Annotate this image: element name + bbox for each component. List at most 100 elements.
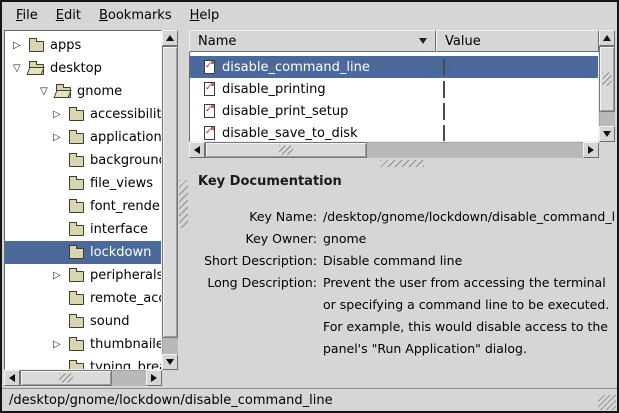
doc-field-value: /desktop/gnome/lockdown/disable_command_… [323,206,615,228]
doc-field-value: Disable command line [323,250,615,272]
tree-item-label: typing_break [90,360,162,370]
list-vertical-scroll-thumb[interactable] [599,46,615,112]
tree-item-lockdown[interactable]: lockdown [5,241,161,264]
list-scroll-right-button[interactable] [583,142,599,158]
tree-item-interface[interactable]: interface [5,218,161,241]
doc-field-value: Prevent the user from accessing the term… [323,272,615,360]
list-horizontal-scrollbar[interactable] [189,142,599,158]
folder-icon [69,248,84,259]
tree-vertical-scroll-thumb[interactable] [162,46,178,338]
tree-vertical-scrollbar[interactable] [162,30,178,370]
tree-item-peripherals[interactable]: peripherals [5,264,161,287]
value-checkbox[interactable] [443,103,445,120]
list-horizontal-scroll-thumb[interactable] [205,142,367,158]
vertical-pane-splitter[interactable] [178,30,189,386]
expander-icon[interactable] [51,109,69,120]
key-row-disable_print_setup[interactable]: disable_print_setup [190,100,598,122]
tree-horizontal-scrollbar[interactable] [4,370,162,386]
tree-item-typing_break[interactable]: typing_break [5,356,161,370]
folder-icon [69,179,84,190]
scroll-grip-icon [603,73,612,86]
arrow-right-icon [588,146,594,154]
value-checkbox[interactable] [443,125,445,142]
tree-item-background[interactable]: background [5,149,161,172]
tree-item-gnome[interactable]: gnome [5,80,161,103]
column-header-name[interactable]: Name [189,30,436,52]
tree-item-thumbnailers[interactable]: thumbnailers [5,333,161,356]
folder-icon [29,64,44,75]
folder-icon [69,202,84,213]
boolean-key-icon [204,60,215,74]
arrow-down-icon [603,131,611,137]
key-name-cell: disable_command_line [190,60,437,75]
tree-horizontal-scroll-thumb[interactable] [20,370,112,386]
key-name-label: disable_command_line [222,60,370,75]
key-name-cell: disable_save_to_disk [190,126,437,141]
expander-icon[interactable] [51,339,69,350]
value-checkbox[interactable] [443,59,445,76]
tree-item-accessibility[interactable]: accessibility [5,103,161,126]
key-list-pane: Name Value disable_command_line disable_… [189,30,615,158]
menu-help[interactable]: Help [181,5,229,26]
tree-item-font_rendering[interactable]: font_rendering [5,195,161,218]
list-scroll-left-button[interactable] [189,142,205,158]
arrow-left-icon [194,146,200,154]
doc-field-row: Key Owner: gnome [189,228,615,250]
list-vertical-scrollbar[interactable] [599,30,615,142]
folder-icon [69,340,84,351]
tree-scroll-right-button[interactable] [146,370,162,386]
column-header-value[interactable]: Value [436,30,599,52]
scroll-grip-icon [59,374,73,383]
tree-item-label: font_rendering [90,199,162,214]
arrow-up-icon [603,35,611,41]
tree-item-label: apps [50,38,81,53]
key-name-cell: disable_print_setup [190,104,437,119]
tree-item-file_views[interactable]: file_views [5,172,161,195]
key-value-cell [437,82,598,97]
menu-file[interactable]: File [7,5,47,26]
horizontal-pane-splitter[interactable] [189,158,615,168]
folder-icon [56,87,71,98]
tree-item-label: interface [90,222,148,237]
tree-item-remote_access[interactable]: remote_access [5,287,161,310]
tree-item-label: sound [90,314,129,329]
key-value-cell [437,104,598,119]
value-checkbox[interactable] [443,81,445,98]
menu-bookmarks[interactable]: Bookmarks [90,5,181,26]
tree-item-sound[interactable]: sound [5,310,161,333]
tree-item-label: desktop [50,61,102,76]
expander-icon[interactable] [11,40,29,51]
arrow-left-icon [9,374,15,382]
key-name-cell: disable_printing [190,82,437,97]
doc-field-label: Key Owner: [189,228,317,250]
expander-icon[interactable] [51,270,69,281]
doc-field-row: Short Description: Disable command line [189,250,615,272]
folder-icon [69,363,84,370]
key-value-cell [437,60,598,75]
tree-item-desktop[interactable]: desktop [5,57,161,80]
tree-scroll-up-button[interactable] [162,30,178,46]
key-row-disable_command_line[interactable]: disable_command_line [190,56,598,78]
key-row-disable_printing[interactable]: disable_printing [190,78,598,100]
tree-item-applications[interactable]: applications [5,126,161,149]
splitter-grip-icon [380,160,424,167]
expander-icon[interactable] [51,132,69,143]
doc-field-value: gnome [323,228,615,250]
list-scroll-up-button[interactable] [599,30,615,46]
key-name-label: disable_save_to_disk [222,126,358,141]
folder-icon [69,317,84,328]
folder-icon [69,271,84,282]
key-row-disable_save_to_disk[interactable]: disable_save_to_disk [190,122,598,142]
tree-scroll-down-button[interactable] [162,354,178,370]
list-scroll-down-button[interactable] [599,126,615,142]
folder-icon [69,110,84,121]
menu-edit[interactable]: Edit [47,5,90,26]
folder-icon [69,294,84,305]
tree-scroll-left-button[interactable] [4,370,20,386]
doc-field-row: Long Description: Prevent the user from … [189,272,615,360]
resize-grip[interactable] [598,395,616,410]
boolean-key-icon [204,82,215,96]
folder-tree: apps desktop gnome accessibility applica… [4,30,162,370]
tree-item-apps[interactable]: apps [5,34,161,57]
key-list-header: Name Value [189,30,599,52]
